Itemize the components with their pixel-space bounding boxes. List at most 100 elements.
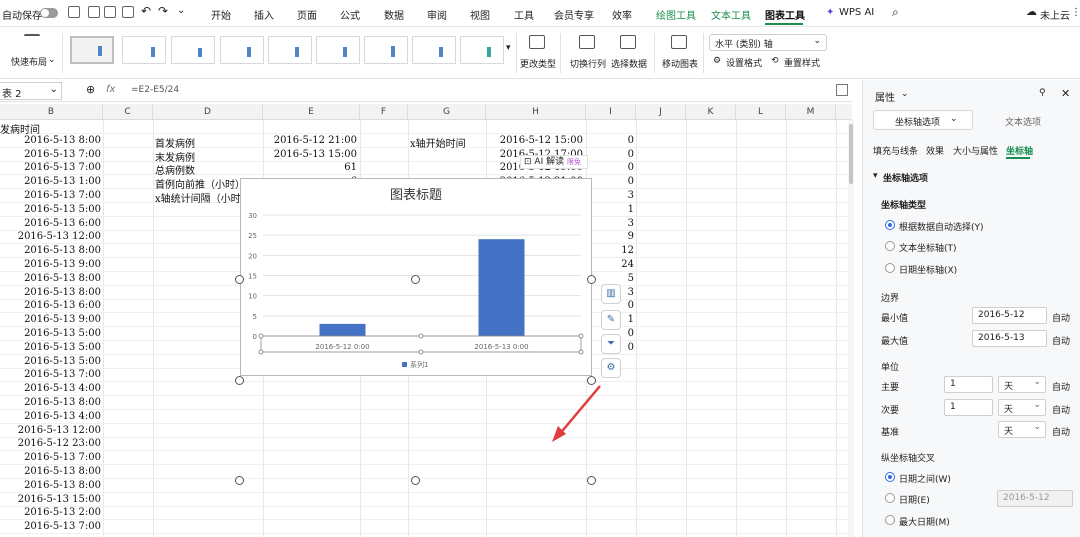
chart-style-3[interactable]	[171, 36, 215, 64]
cell-i[interactable]: 0	[586, 135, 634, 148]
cell-b[interactable]: 2016-5-13 5:00	[0, 342, 101, 355]
cell-b[interactable]: 2016-5-12 23:00	[0, 438, 101, 451]
radio-auto-label[interactable]: 根据数据自动选择(Y)	[899, 220, 984, 233]
cell-b[interactable]: 2016-5-13 2:00	[0, 507, 101, 520]
cell-b[interactable]: 2016-5-13 7:00	[0, 162, 101, 175]
tab-formula[interactable]: 公式	[340, 7, 360, 22]
column-header[interactable]: L	[736, 104, 786, 120]
chart-settings-icon[interactable]: ⚙	[601, 358, 621, 378]
cell-i[interactable]: 12	[586, 245, 634, 258]
column-header[interactable]: C	[103, 104, 153, 120]
cell-i[interactable]: 0	[586, 162, 634, 175]
minor-auto-button[interactable]: 自动	[1052, 403, 1070, 416]
pin-icon[interactable]: ⚲	[1039, 88, 1046, 98]
column-header[interactable]: H	[486, 104, 586, 120]
column-header[interactable]: B	[0, 104, 103, 120]
close-icon[interactable]: ✕	[1061, 87, 1070, 100]
tab-drawing-tools[interactable]: 绘图工具	[656, 7, 696, 22]
column-header[interactable]: J	[636, 104, 686, 120]
cell-b[interactable]: 2016-5-13 9:00	[0, 259, 101, 272]
move-chart-button[interactable]: 移动图表	[662, 57, 698, 70]
tab-page[interactable]: 页面	[297, 7, 317, 22]
expand-formula-icon[interactable]	[836, 84, 848, 96]
style-gallery-more-icon[interactable]: ▾	[506, 43, 511, 53]
tab-axis-options[interactable]: 坐标轴选项 ⌄	[873, 110, 973, 130]
ai-interpret-chip[interactable]: ⊡ AI 解读 限免	[520, 155, 588, 169]
column-header[interactable]: I	[586, 104, 636, 120]
switch-row-col-button[interactable]: 切换行列	[570, 57, 606, 70]
min-auto-button[interactable]: 自动	[1052, 311, 1070, 324]
set-format-button[interactable]: 设置格式	[726, 56, 762, 69]
print-icon[interactable]	[104, 6, 116, 18]
tab-efficiency[interactable]: 效率	[612, 7, 632, 22]
major-auto-button[interactable]: 自动	[1052, 380, 1070, 393]
radio-cross-max[interactable]	[885, 515, 895, 525]
cloud-status[interactable]: 未上云	[1040, 7, 1070, 22]
pdf-icon[interactable]	[88, 6, 100, 18]
max-value-input[interactable]: 2016-5-13	[972, 330, 1047, 347]
subtab-effects[interactable]: 效果	[926, 144, 944, 157]
cell-i[interactable]: 24	[586, 259, 634, 272]
print-preview-icon[interactable]	[122, 6, 134, 18]
chart-style-7[interactable]	[364, 36, 408, 64]
tab-review[interactable]: 审阅	[427, 7, 447, 22]
min-value-input[interactable]: 2016-5-12	[972, 307, 1047, 324]
tab-insert[interactable]: 插入	[254, 7, 274, 22]
cell-i[interactable]: 9	[586, 231, 634, 244]
quick-layout-button[interactable]: 快速布局	[11, 55, 47, 68]
radio-text-axis-label[interactable]: 文本坐标轴(T)	[899, 241, 957, 254]
subtab-size-properties[interactable]: 大小与属性	[953, 144, 998, 157]
radio-date-axis[interactable]	[885, 263, 895, 273]
tab-tools[interactable]: 工具	[514, 7, 534, 22]
cell-b[interactable]: 2016-5-13 7:00	[0, 190, 101, 203]
resize-handle[interactable]	[587, 476, 596, 485]
cell-b[interactable]: 2016-5-13 8:00	[0, 480, 101, 493]
chart-filter-icon[interactable]: ⏷	[601, 334, 621, 354]
resize-handle[interactable]	[411, 275, 420, 284]
cell-g[interactable]: x轴开始时间	[410, 135, 466, 150]
fx-icon[interactable]: fx	[106, 84, 115, 95]
cell-b[interactable]: 2016-5-13 8:00	[0, 245, 101, 258]
column-header[interactable]: K	[686, 104, 736, 120]
cell-b[interactable]: 2016-5-13 5:00	[0, 328, 101, 341]
resize-handle[interactable]	[235, 275, 244, 284]
chart-style-8[interactable]	[412, 36, 456, 64]
chart-style-1[interactable]	[70, 36, 114, 64]
resize-handle[interactable]	[235, 476, 244, 485]
cross-date-input[interactable]: 2016-5-12	[997, 490, 1073, 507]
chart-style-5[interactable]	[268, 36, 312, 64]
section-collapse-icon[interactable]: ▾	[873, 171, 878, 181]
autosave-toggle[interactable]	[40, 8, 58, 18]
base-auto-button[interactable]: 自动	[1052, 425, 1070, 438]
chart-style-2[interactable]	[122, 36, 166, 64]
reset-style-button[interactable]: 重置样式	[784, 56, 820, 69]
cell-h[interactable]: 2016-5-12 15:00	[486, 135, 583, 148]
cell-b[interactable]: 发病时间	[0, 121, 40, 136]
major-unit-select[interactable]: 天	[998, 376, 1046, 393]
column-header[interactable]: D	[153, 104, 263, 120]
more-icon[interactable]: ⋮	[1071, 7, 1080, 18]
cell-d[interactable]: x轴统计间隔（小时）	[155, 190, 251, 205]
cell-b[interactable]: 2016-5-13 4:00	[0, 383, 101, 396]
cell-d[interactable]: 总病例数	[155, 162, 195, 177]
zoom-icon[interactable]: ⊕	[86, 83, 95, 96]
cell-b[interactable]: 2016-5-13 9:00	[0, 314, 101, 327]
column-header[interactable]: M	[786, 104, 836, 120]
base-unit-select[interactable]: 天	[998, 421, 1046, 438]
formula-input[interactable]: =E2-E5/24	[131, 85, 179, 95]
chart-elements-icon[interactable]: ▥	[601, 284, 621, 304]
select-data-button[interactable]: 选择数据	[611, 57, 647, 70]
cell-b[interactable]: 2016-5-13 4:00	[0, 411, 101, 424]
major-unit-input[interactable]: 1	[944, 376, 993, 393]
column-header[interactable]: F	[360, 104, 408, 120]
tab-chart-tools[interactable]: 图表工具	[765, 7, 805, 22]
cell-i[interactable]: 1	[586, 204, 634, 217]
quick-access-dropdown-icon[interactable]: ⌄	[177, 5, 185, 16]
name-box[interactable]: 表 2 ⌄	[0, 82, 62, 100]
cell-b[interactable]: 2016-5-13 7:00	[0, 521, 101, 534]
redo-icon[interactable]: ↷	[158, 4, 168, 18]
cell-i[interactable]: 3	[586, 190, 634, 203]
radio-cross-date-label[interactable]: 日期(E)	[899, 493, 930, 506]
tab-home[interactable]: 开始	[211, 7, 231, 22]
undo-icon[interactable]: ↶	[141, 4, 151, 18]
